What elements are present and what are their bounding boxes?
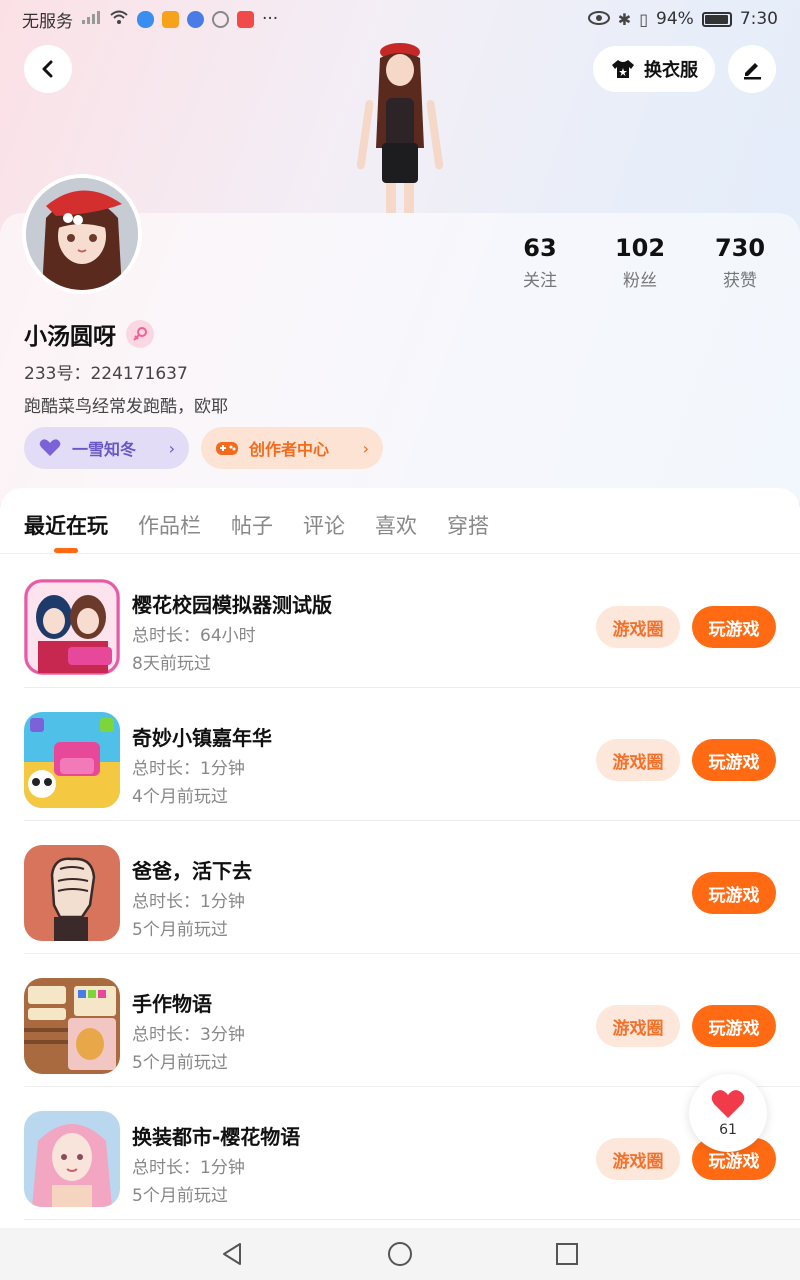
game-title: 樱花校园模拟器测试版 — [132, 593, 332, 617]
game-playtime: 总时长：1分钟 — [132, 1158, 245, 1178]
play-game-button[interactable]: 玩游戏 — [692, 872, 776, 914]
play-game-button[interactable]: 玩游戏 — [692, 1005, 776, 1047]
game-last-played: 8天前玩过 — [132, 654, 211, 674]
tab-outfits[interactable]: 穿搭 — [447, 488, 489, 553]
change-outfit-label: 换衣服 — [644, 60, 698, 81]
eye-icon — [587, 10, 610, 29]
game-last-played: 5个月前玩过 — [132, 920, 228, 940]
list-item[interactable]: 手作物语 总时长：3分钟 5个月前玩过 游戏圈 玩游戏 — [24, 954, 800, 1087]
stat-followers[interactable]: 102 粉丝 — [590, 234, 690, 291]
stat-followers-label: 粉丝 — [623, 271, 657, 291]
stat-likes-value: 730 — [714, 234, 766, 262]
tab-comments[interactable]: 评论 — [303, 488, 345, 553]
game-playtime: 总时长：64小时 — [132, 626, 256, 646]
shield-app-icon — [137, 10, 154, 28]
game-last-played: 5个月前玩过 — [132, 1053, 228, 1073]
game-playtime: 总时长：1分钟 — [132, 759, 245, 779]
edit-profile-button[interactable] — [728, 45, 776, 93]
change-outfit-button[interactable]: 换衣服 — [593, 46, 715, 92]
tab-recently-played[interactable]: 最近在玩 — [24, 488, 108, 553]
content-panel: 最近在玩 作品栏 帖子 评论 喜欢 穿搭 樱花校园模拟器测试版 总时长：64小时… — [0, 488, 800, 1228]
game-last-played: 4个月前玩过 — [132, 787, 228, 807]
stat-following-label: 关注 — [523, 271, 557, 291]
signal-icon — [81, 9, 101, 29]
dressup-city-icon[interactable] — [24, 1111, 120, 1207]
wifi-icon — [109, 9, 129, 29]
female-icon — [126, 320, 154, 348]
fist-icon[interactable] — [24, 845, 120, 941]
carrier-text: 无服务 — [22, 11, 73, 32]
game-circle-button[interactable]: 游戏圈 — [596, 606, 680, 648]
clock-time: 7:30 — [739, 9, 778, 29]
avatar-3d-figure[interactable] — [340, 38, 460, 213]
profile-stats: 63 关注 102 粉丝 730 获赞 — [490, 234, 790, 291]
guild-chip[interactable]: 一雪知冬 › — [24, 427, 189, 469]
more-notifications-icon: ··· — [262, 9, 279, 29]
game-playtime: 总时长：1分钟 — [132, 892, 245, 912]
game-circle-button[interactable]: 游戏圈 — [596, 1138, 680, 1180]
tab-likes[interactable]: 喜欢 — [375, 488, 417, 553]
stat-likes[interactable]: 730 获赞 — [690, 234, 790, 291]
vibrate-icon: ▯ — [639, 9, 649, 29]
creator-center-label: 创作者中心 — [249, 440, 330, 459]
game-title: 手作物语 — [132, 992, 212, 1016]
creator-center-chip[interactable]: 创作者中心 › — [201, 427, 383, 469]
user-bio: 跑酷菜鸟经常发跑酷，欧耶 — [24, 397, 228, 417]
tshirt-icon — [612, 60, 634, 78]
settings-app-icon — [212, 10, 229, 28]
store-app-icon — [162, 10, 179, 28]
system-nav-bar — [0, 1228, 800, 1280]
like-count: 61 — [719, 1122, 737, 1138]
sakura-school-icon[interactable] — [24, 579, 120, 675]
game-title: 换装都市-樱花物语 — [132, 1125, 301, 1149]
chevron-right-icon: › — [168, 438, 175, 458]
tab-works[interactable]: 作品栏 — [138, 488, 201, 553]
game-circle-button[interactable]: 游戏圈 — [596, 739, 680, 781]
game-list: 樱花校园模拟器测试版 总时长：64小时 8天前玩过 游戏圈 玩游戏 奇妙小镇嘉年… — [0, 555, 800, 1220]
browser-app-icon — [187, 10, 204, 28]
game-title: 爸爸，活下去 — [132, 859, 252, 883]
username-row: 小汤圆呀 — [24, 317, 154, 351]
bluetooth-icon: ✱ — [617, 9, 632, 29]
pencil-icon — [744, 63, 761, 80]
chevron-left-icon — [42, 60, 53, 78]
game-app-icon — [237, 10, 254, 28]
battery-percent: 94% — [656, 9, 694, 29]
game-title: 奇妙小镇嘉年华 — [132, 726, 272, 750]
nav-back-icon[interactable] — [220, 1241, 246, 1267]
tab-bar: 最近在玩 作品栏 帖子 评论 喜欢 穿搭 — [0, 488, 800, 554]
username: 小汤圆呀 — [24, 324, 116, 350]
list-item[interactable]: 樱花校园模拟器测试版 总时长：64小时 8天前玩过 游戏圈 玩游戏 — [24, 555, 800, 688]
stat-likes-label: 获赞 — [723, 271, 757, 291]
stat-following[interactable]: 63 关注 — [490, 234, 590, 291]
town-carnival-icon[interactable] — [24, 712, 120, 808]
game-playtime: 总时长：3分钟 — [132, 1025, 245, 1045]
list-item[interactable]: 换装都市-樱花物语 总时长：1分钟 5个月前玩过 游戏圈 玩游戏 — [24, 1087, 800, 1220]
status-bar: 无服务 ··· ✱ ▯ 94% 7:30 — [0, 0, 800, 38]
user-id: 233号：224171637 — [24, 364, 188, 384]
tab-posts[interactable]: 帖子 — [231, 488, 273, 553]
list-item[interactable]: 奇妙小镇嘉年华 总时长：1分钟 4个月前玩过 游戏圈 玩游戏 — [24, 688, 800, 821]
floating-like-button[interactable]: 61 — [689, 1074, 767, 1152]
game-circle-button[interactable]: 游戏圈 — [596, 1005, 680, 1047]
list-item[interactable]: 爸爸，活下去 总时长：1分钟 5个月前玩过 玩游戏 — [24, 821, 800, 954]
guild-chip-label: 一雪知冬 — [72, 440, 137, 459]
avatar[interactable] — [22, 174, 142, 294]
nav-recents-icon[interactable] — [554, 1241, 580, 1267]
handcraft-icon[interactable] — [24, 978, 120, 1074]
chevron-right-icon: › — [362, 438, 369, 458]
gamepad-icon — [216, 442, 238, 455]
stat-following-value: 63 — [523, 234, 557, 262]
play-game-button[interactable]: 玩游戏 — [692, 606, 776, 648]
stat-followers-value: 102 — [614, 234, 666, 262]
heart-icon — [39, 439, 61, 456]
battery-icon — [701, 11, 732, 27]
play-game-button[interactable]: 玩游戏 — [692, 739, 776, 781]
game-last-played: 5个月前玩过 — [132, 1186, 228, 1206]
heart-icon — [711, 1090, 745, 1118]
nav-home-icon[interactable] — [386, 1240, 414, 1268]
back-button[interactable] — [24, 45, 72, 93]
